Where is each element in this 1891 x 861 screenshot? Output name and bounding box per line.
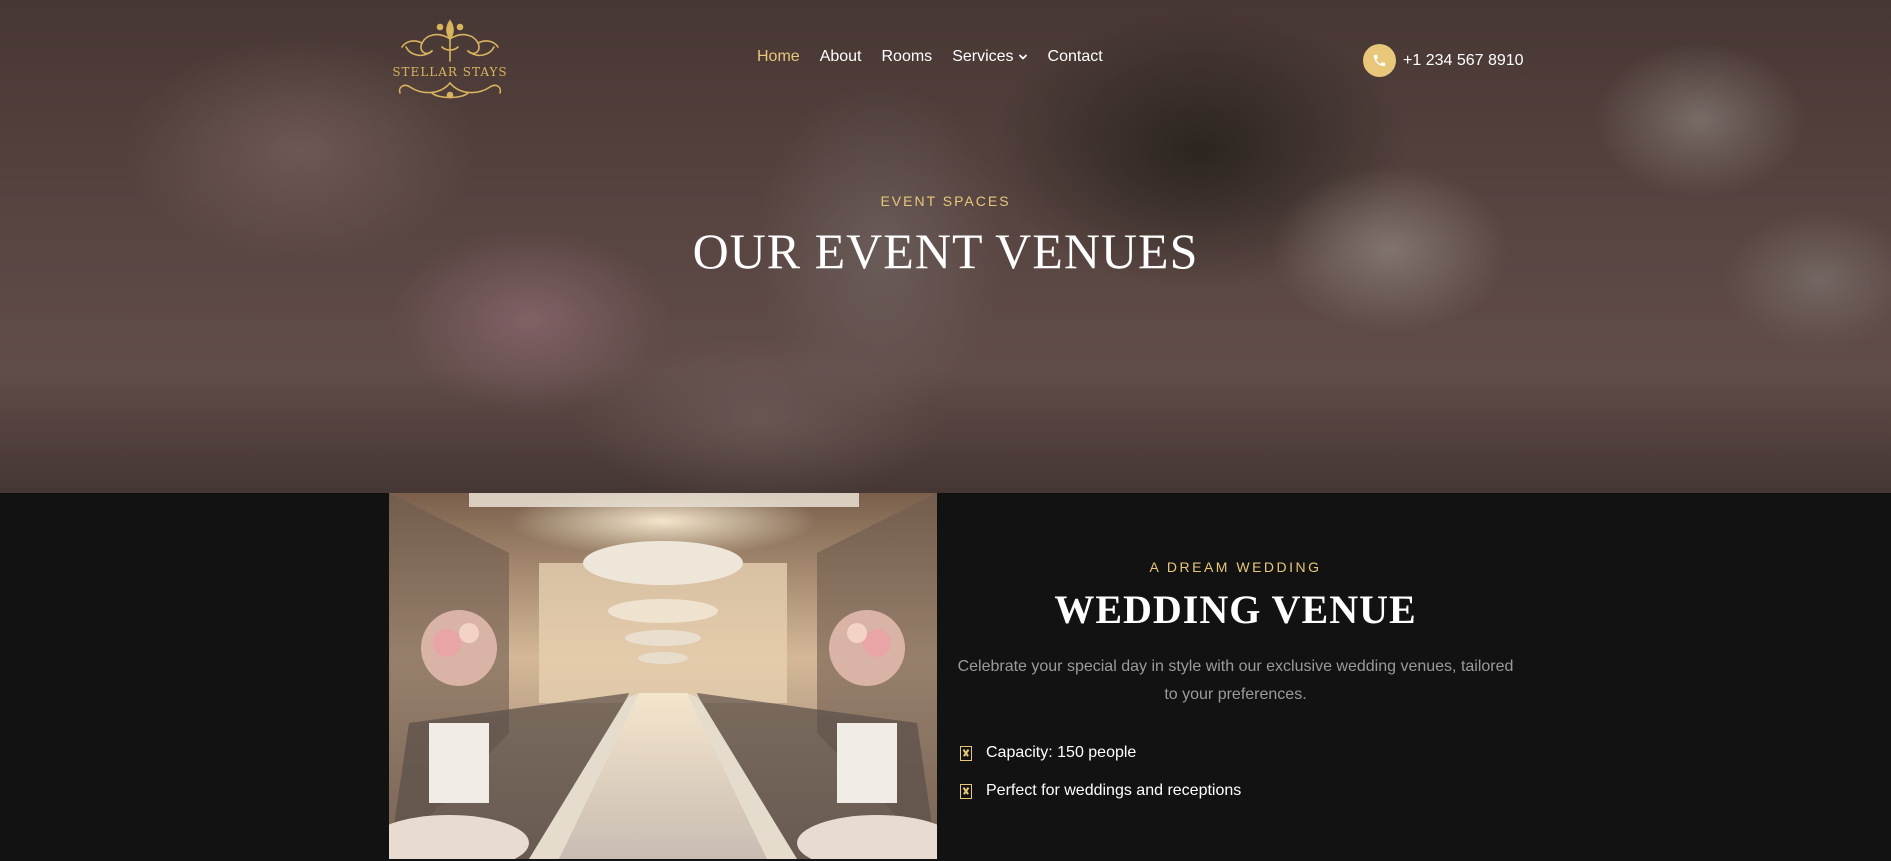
nav-contact[interactable]: Contact (1048, 48, 1103, 66)
nav-rooms[interactable]: Rooms (882, 48, 933, 66)
feature-text: Capacity: 150 people (986, 744, 1137, 761)
main-nav: Home About Rooms Services Contact (757, 48, 1123, 66)
brand-logo[interactable]: STELLAR STAYS (390, 16, 510, 102)
nav-services[interactable]: Services (952, 48, 1027, 66)
wedding-venue-image (389, 493, 937, 859)
phone-link[interactable]: +1 234 567 8910 (1363, 44, 1524, 77)
phone-icon-badge (1363, 44, 1396, 77)
nav-about-label: About (819, 48, 862, 65)
feature-text: Perfect for weddings and receptions (986, 782, 1242, 799)
venue-features: Capacity: 150 people Perfect for wedding… (960, 734, 1241, 810)
venue-description: Celebrate your special day in style with… (957, 658, 1514, 703)
phone-number: +1 234 567 8910 (1403, 51, 1524, 69)
wedding-venue-section: A DREAM WEDDING WEDDING VENUE Celebrate … (0, 493, 1891, 861)
checkbox-x-icon (960, 783, 972, 799)
nav-rooms-label: Rooms (881, 48, 933, 65)
venue-title: WEDDING VENUE (1054, 587, 1417, 632)
nav-services-label: Services (952, 48, 1014, 65)
nav-contact-label: Contact (1047, 48, 1103, 65)
chevron-down-icon (1018, 54, 1027, 60)
checkbox-x-icon (960, 745, 972, 761)
ornament-crest-icon (401, 19, 499, 62)
nav-home[interactable]: Home (757, 48, 800, 66)
hero-banner: STELLAR STAYS Home About Rooms Services … (0, 0, 1891, 493)
nav-home-label: Home (757, 48, 800, 65)
phone-icon (1373, 54, 1386, 67)
feature-purpose: Perfect for weddings and receptions (960, 772, 1241, 810)
hero-eyebrow: EVENT SPACES (880, 193, 1011, 209)
feature-capacity: Capacity: 150 people (960, 734, 1241, 772)
venue-eyebrow: A DREAM WEDDING (1149, 559, 1322, 575)
brand-name: STELLAR STAYS (392, 65, 508, 79)
nav-about[interactable]: About (820, 48, 862, 66)
page-title: OUR EVENT VENUES (692, 223, 1199, 279)
ornament-flourish-icon (398, 82, 502, 99)
